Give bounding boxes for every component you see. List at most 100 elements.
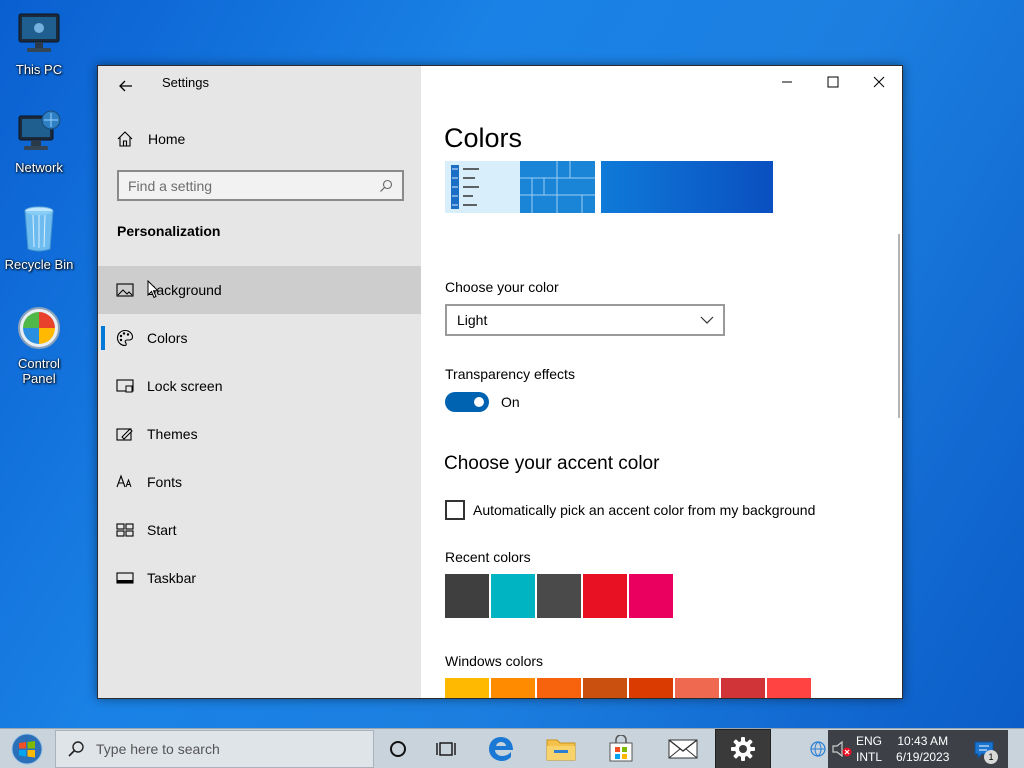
desktop-icon-this-pc[interactable]: This PC [2, 10, 76, 77]
sidebar-item-fonts[interactable]: Fonts [98, 458, 421, 506]
recent-color-swatch[interactable] [537, 574, 581, 618]
edge-browser-button[interactable] [477, 729, 525, 768]
back-arrow-icon [119, 80, 132, 92]
main-content: Colors Choose your color Light Transpare… [421, 66, 902, 698]
lang-top: ENG [856, 734, 883, 748]
preview-start-menu [445, 161, 520, 213]
recent-colors-label: Recent colors [445, 549, 531, 565]
sidebar-item-label: Fonts [147, 474, 183, 490]
sidebar-item-themes[interactable]: Themes [98, 410, 421, 458]
windows-color-swatch[interactable] [767, 678, 811, 698]
windows-colors-swatches [445, 678, 813, 698]
section-title: Personalization [117, 223, 221, 239]
recent-colors-swatches [445, 574, 675, 618]
minimize-icon [782, 81, 792, 83]
minimize-button[interactable] [764, 66, 810, 98]
store-button[interactable] [597, 729, 645, 768]
sidebar-item-taskbar[interactable]: Taskbar [98, 554, 421, 602]
volume-muted-icon[interactable] [832, 740, 852, 758]
transparency-toggle[interactable] [445, 392, 489, 412]
chevron-down-icon [699, 312, 715, 328]
file-explorer-button[interactable] [537, 729, 585, 768]
action-center-button[interactable]: 1 [966, 735, 1002, 765]
mail-button[interactable] [659, 729, 707, 768]
start-button[interactable] [0, 729, 54, 768]
window-caption-buttons [764, 66, 902, 98]
toggle-state: On [501, 394, 520, 410]
desktop-icon-label: Control Panel [18, 356, 60, 386]
control-panel-icon [15, 304, 63, 352]
sidebar-item-start[interactable]: Start [98, 506, 421, 554]
network-icon [15, 108, 63, 156]
recycle-bin-icon [15, 205, 63, 253]
windows-color-swatch[interactable] [537, 678, 581, 698]
color-preview [445, 161, 773, 213]
find-setting-search[interactable] [117, 170, 404, 201]
windows-color-swatch[interactable] [445, 678, 489, 698]
home-nav-item[interactable]: Home [98, 121, 421, 157]
taskbar: ENG INTL 10:43 AM 6/19/2023 1 [0, 728, 1024, 768]
clock-date: 6/19/2023 [896, 750, 950, 764]
cortana-button[interactable] [374, 729, 422, 768]
lock-screen-icon [116, 377, 134, 395]
recent-color-swatch[interactable] [629, 574, 673, 618]
taskbar-search[interactable] [55, 730, 374, 768]
auto-pick-label: Automatically pick an accent color from … [473, 502, 816, 518]
sidebar-item-colors[interactable]: Colors [98, 314, 421, 362]
sidebar-item-label: Lock screen [147, 378, 223, 394]
font-icon [116, 473, 134, 491]
desktop-icon-recycle-bin[interactable]: Recycle Bin [2, 205, 76, 272]
sidebar-item-label: Themes [147, 426, 198, 442]
windows-color-swatch[interactable] [491, 678, 535, 698]
task-view-button[interactable] [422, 729, 470, 768]
auto-pick-row: Automatically pick an accent color from … [445, 500, 815, 520]
search-icon[interactable] [374, 174, 398, 198]
personalization-nav: Background Colors Lock screen Themes Fon… [98, 266, 421, 602]
transparency-toggle-row: On [445, 392, 520, 412]
desktop-icon-control-panel[interactable]: Control Panel [2, 304, 76, 386]
sidebar-item-label: Taskbar [147, 570, 197, 586]
find-setting-input[interactable] [119, 177, 374, 194]
clock-time: 10:43 AM [897, 734, 949, 748]
accent-heading: Choose your accent color [444, 453, 660, 474]
home-icon [116, 130, 134, 148]
windows-colors-label: Windows colors [445, 653, 544, 669]
sidebar-item-lock-screen[interactable]: Lock screen [98, 362, 421, 410]
choose-color-label: Choose your color [445, 279, 559, 295]
recent-color-swatch[interactable] [445, 574, 489, 618]
windows-color-swatch[interactable] [583, 678, 627, 698]
desktop-icon-network[interactable]: Network [2, 108, 76, 175]
store-bag-icon [609, 735, 633, 762]
close-button[interactable] [856, 66, 902, 98]
folder-icon [546, 739, 576, 761]
sidebar-item-label: Start [147, 522, 177, 538]
gear-icon [731, 737, 755, 761]
scrollbar[interactable] [898, 234, 900, 418]
desktop-icon-label: Recycle Bin [4, 257, 74, 272]
color-mode-dropdown[interactable]: Light [445, 304, 725, 336]
windows-color-swatch[interactable] [721, 678, 765, 698]
brush-icon [116, 425, 134, 443]
mail-envelope-icon [668, 739, 698, 759]
auto-pick-checkbox[interactable] [445, 500, 465, 520]
recent-color-swatch[interactable] [491, 574, 535, 618]
windows-color-swatch[interactable] [629, 678, 673, 698]
back-button[interactable] [112, 72, 140, 100]
close-icon [873, 76, 885, 88]
task-view-icon [436, 742, 456, 756]
mouse-cursor-icon [147, 280, 159, 299]
clock[interactable]: 10:43 AM 6/19/2023 [896, 733, 949, 765]
taskbar-search-input[interactable] [96, 741, 373, 757]
sidebar-item-label: Colors [147, 330, 188, 346]
windows-color-swatch[interactable] [675, 678, 719, 698]
network-tray-button[interactable] [806, 729, 830, 768]
picture-icon [116, 281, 134, 299]
settings-taskbar-button[interactable] [715, 729, 771, 768]
maximize-icon [827, 76, 839, 88]
cortana-circle-icon [390, 741, 406, 757]
input-language[interactable]: ENG INTL [856, 733, 882, 765]
settings-window: Settings Home Personalization [97, 65, 903, 699]
maximize-button[interactable] [810, 66, 856, 98]
recent-color-swatch[interactable] [583, 574, 627, 618]
taskbar-icon [116, 569, 134, 587]
